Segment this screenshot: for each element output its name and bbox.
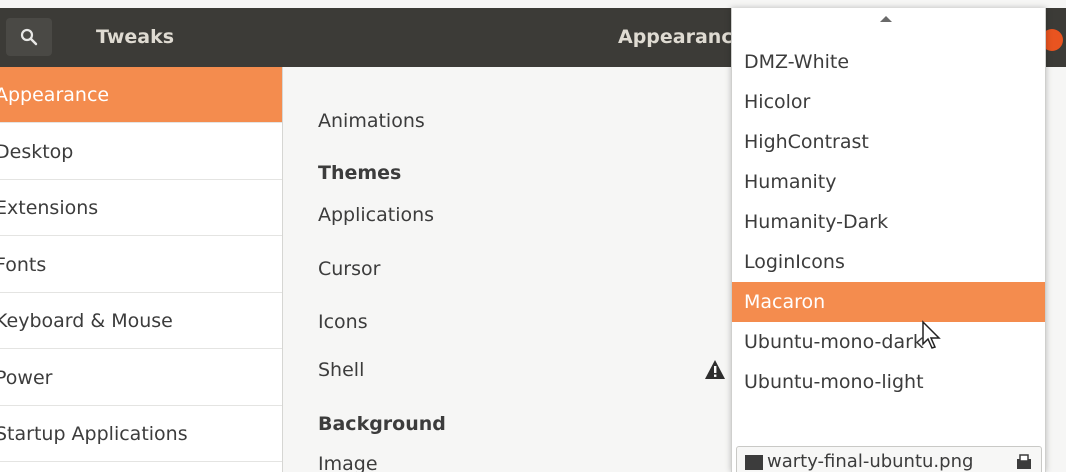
sidebar-item-label: Desktop xyxy=(0,141,74,163)
background-heading: Background xyxy=(318,413,446,435)
search-button[interactable] xyxy=(6,18,52,56)
icons-label: Icons xyxy=(318,311,368,333)
search-icon xyxy=(20,28,38,46)
sidebar-item-extensions[interactable]: Extensions xyxy=(0,180,282,236)
image-file-icon xyxy=(745,455,763,470)
sidebar-item-fonts[interactable]: Fonts xyxy=(0,237,282,293)
sidebar-item-power[interactable]: Power xyxy=(0,350,282,406)
background-image-file-chooser[interactable]: warty-final-ubuntu.png xyxy=(736,446,1042,472)
sidebar: Appearance Desktop Extensions Fonts Keyb… xyxy=(0,67,283,472)
icon-theme-option[interactable]: DMZ-White xyxy=(732,42,1045,82)
page-title: Appearance xyxy=(618,26,746,48)
icon-theme-option[interactable]: Ubuntu-mono-light xyxy=(732,362,1045,402)
app-title: Tweaks xyxy=(96,26,175,48)
shell-label: Shell xyxy=(318,359,365,381)
sidebar-item-appearance[interactable]: Appearance xyxy=(0,67,282,123)
sidebar-item-label: Appearance xyxy=(0,84,110,106)
tweaks-window: Tweaks Appearance Appearance Desktop Ext… xyxy=(0,0,1066,472)
sidebar-item-label: Power xyxy=(0,367,53,389)
cursor-label: Cursor xyxy=(318,258,381,280)
icon-theme-option-selected[interactable]: Macaron xyxy=(732,282,1045,322)
image-label: Image xyxy=(318,453,378,472)
animations-label: Animations xyxy=(318,110,425,132)
scroll-up-arrow-icon[interactable] xyxy=(880,16,892,22)
sidebar-item-startup-applications[interactable]: Startup Applications xyxy=(0,406,282,462)
icon-theme-option[interactable]: Hicolor xyxy=(732,82,1045,122)
icon-theme-dropdown: DMZ-White Hicolor HighContrast Humanity … xyxy=(731,8,1046,472)
themes-heading: Themes xyxy=(318,162,402,184)
icon-theme-option[interactable]: Humanity xyxy=(732,162,1045,202)
icon-theme-option[interactable]: HighContrast xyxy=(732,122,1045,162)
document-open-icon xyxy=(1017,454,1031,469)
warning-icon xyxy=(705,360,725,379)
sidebar-item-label: Fonts xyxy=(0,254,47,276)
mouse-pointer-icon xyxy=(922,320,941,349)
applications-label: Applications xyxy=(318,204,435,226)
file-name: warty-final-ubuntu.png xyxy=(767,451,974,472)
sidebar-item-desktop[interactable]: Desktop xyxy=(0,124,282,180)
sidebar-item-label: Startup Applications xyxy=(0,423,188,445)
icon-theme-option[interactable]: Humanity-Dark xyxy=(732,202,1045,242)
icon-theme-option[interactable]: Ubuntu-mono-dark xyxy=(732,322,1045,362)
sidebar-item-keyboard-mouse[interactable]: Keyboard & Mouse xyxy=(0,293,282,349)
sidebar-item-label: Keyboard & Mouse xyxy=(0,310,173,332)
sidebar-item-label: Extensions xyxy=(0,197,99,219)
icon-theme-option[interactable]: LoginIcons xyxy=(732,242,1045,282)
